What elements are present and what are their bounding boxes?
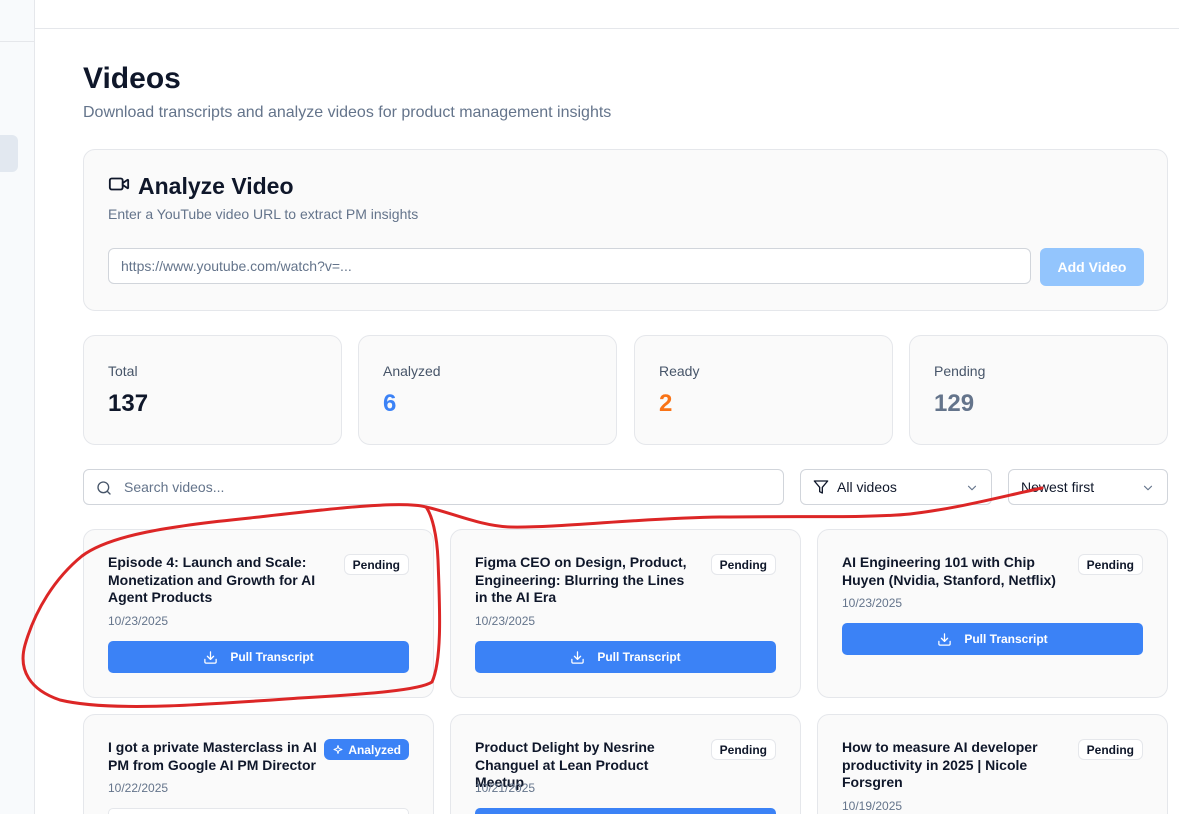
sidebar-divider (0, 41, 35, 42)
page-subtitle: Download transcripts and analyze videos … (83, 104, 612, 121)
pull-transcript-label: Pull Transcript (964, 632, 1048, 646)
stat-card-total: Total 137 (83, 335, 342, 445)
video-date: 10/23/2025 (475, 614, 536, 628)
pull-transcript-label: Pull Transcript (230, 650, 314, 664)
pull-transcript-button[interactable] (475, 808, 776, 814)
stat-label: Analyzed (383, 363, 441, 379)
sidebar (0, 0, 35, 814)
sidebar-item-active[interactable] (0, 135, 18, 172)
video-date: 10/19/2025 (842, 799, 903, 813)
video-date: 10/22/2025 (108, 781, 169, 795)
stat-value: 6 (383, 390, 397, 417)
sort-select[interactable]: Newest first (1008, 469, 1168, 505)
video-card: I got a private Masterclass in AI PM fro… (83, 714, 434, 814)
analyze-video-header: Analyze Video (108, 173, 294, 200)
video-title: AI Engineering 101 with Chip Huyen (Nvid… (842, 554, 1056, 588)
status-badge: Pending (343, 554, 409, 575)
stat-card-pending: Pending 129 (909, 335, 1168, 445)
download-icon (938, 632, 952, 646)
pull-transcript-button[interactable]: Pull Transcript (108, 641, 409, 673)
status-badge: Pending (1077, 739, 1143, 760)
video-title: Episode 4: Launch and Scale: Monetizatio… (108, 554, 316, 605)
add-video-button[interactable]: Add Video (1040, 248, 1144, 286)
page-title: Videos (83, 62, 181, 95)
download-icon (204, 650, 218, 664)
video-title: I got a private Masterclass in AI PM fro… (108, 739, 317, 773)
stat-card-analyzed: Analyzed 6 (358, 335, 617, 445)
pull-transcript-label: Pull Transcript (597, 650, 681, 664)
download-icon (571, 650, 585, 664)
search-box[interactable] (83, 469, 784, 505)
video-camera-icon (108, 173, 130, 200)
analyze-video-description: Enter a YouTube video URL to extract PM … (108, 206, 419, 222)
stat-card-ready: Ready 2 (634, 335, 893, 445)
video-card: Episode 4: Launch and Scale: Monetizatio… (83, 529, 434, 698)
video-title: Figma CEO on Design, Product, Engineerin… (475, 554, 687, 605)
video-card: Figma CEO on Design, Product, Engineerin… (450, 529, 801, 698)
status-badge: Analyzed (324, 739, 409, 760)
sparkles-icon (333, 744, 343, 754)
pull-transcript-button[interactable]: Pull Transcript (475, 641, 776, 673)
video-card: How to measure AI developer productivity… (817, 714, 1168, 814)
status-badge: Pending (710, 554, 776, 575)
video-card: AI Engineering 101 with Chip Huyen (Nvid… (817, 529, 1168, 698)
video-title: How to measure AI developer productivity… (842, 739, 1038, 790)
status-badge-label: Analyzed (348, 742, 401, 757)
video-date: 10/23/2025 (108, 614, 169, 628)
status-badge: Pending (710, 739, 776, 760)
video-date: 10/21/2025 (475, 781, 536, 795)
stat-label: Pending (934, 363, 986, 379)
status-badge: Pending (1077, 554, 1143, 575)
stat-value: 129 (934, 390, 975, 417)
view-insights-button[interactable] (108, 808, 409, 814)
status-filter-value: All videos (837, 479, 897, 495)
video-card: Product Delight by Nesrine Changuel at L… (450, 714, 801, 814)
analyze-video-card: Analyze Video Enter a YouTube video URL … (83, 149, 1168, 311)
filter-icon (813, 479, 837, 495)
analyze-video-title: Analyze Video (138, 173, 294, 199)
video-date: 10/23/2025 (842, 596, 903, 610)
status-filter-select[interactable]: All videos (800, 469, 992, 505)
stat-value: 2 (659, 390, 673, 417)
pull-transcript-button[interactable]: Pull Transcript (842, 623, 1143, 655)
youtube-url-input[interactable] (108, 248, 1031, 284)
stat-label: Ready (659, 363, 700, 379)
top-bar (35, 0, 1179, 29)
search-input[interactable] (124, 470, 774, 504)
sort-value: Newest first (1021, 479, 1095, 495)
stat-value: 137 (108, 390, 149, 417)
stat-label: Total (108, 363, 138, 379)
